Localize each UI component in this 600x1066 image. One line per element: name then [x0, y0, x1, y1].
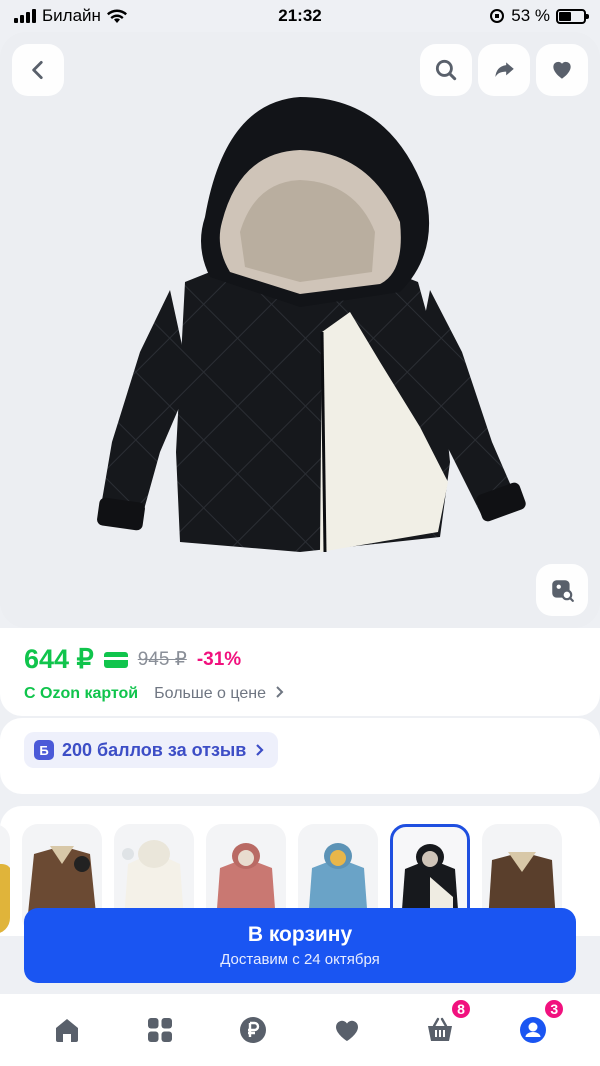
- share-arrow-icon: [495, 62, 514, 78]
- chevron-left-icon: [32, 61, 43, 79]
- bottom-navigation: 8 3: [0, 994, 600, 1066]
- profile-notification-badge: 3: [543, 998, 566, 1020]
- jacket-thumbnail-icon: [0, 864, 10, 934]
- jacket-image: [97, 97, 526, 553]
- favorites-icon: [335, 1020, 358, 1041]
- search-icon: [435, 59, 457, 81]
- delivery-date-label: Доставим с 24 октября: [220, 951, 380, 968]
- review-bonus-pill[interactable]: Б 200 баллов за отзыв: [24, 732, 279, 768]
- home-icon: [55, 1019, 78, 1042]
- nav-profile[interactable]: 3: [511, 998, 566, 1052]
- heart-icon: [553, 61, 571, 79]
- current-price: 644 ₽: [24, 644, 94, 674]
- share-button[interactable]: [478, 44, 530, 96]
- catalog-icon: [147, 1018, 172, 1042]
- chevron-right-icon: [256, 744, 264, 756]
- review-bonus-label: 200 баллов за отзыв: [62, 739, 247, 760]
- product-page: Билайн 21:32 53 % 644 ₽ 945 ₽ -31% С Ozo…: [0, 0, 600, 1066]
- variant-thumb-yellow[interactable]: [0, 824, 10, 934]
- more-about-price-label: Больше о цене: [154, 685, 266, 702]
- bonus-section: Б 200 баллов за отзыв: [0, 718, 600, 794]
- product-gallery[interactable]: [0, 32, 600, 628]
- old-price: 945 ₽: [137, 649, 187, 670]
- price-row: 644 ₽ 945 ₽ -31%: [24, 644, 576, 675]
- back-button[interactable]: [12, 44, 64, 96]
- search-button[interactable]: [420, 44, 472, 96]
- image-search-icon: [552, 580, 574, 602]
- nav-home[interactable]: [45, 1008, 89, 1052]
- nav-cart[interactable]: 8: [418, 998, 472, 1052]
- nav-favorites[interactable]: [325, 1008, 369, 1052]
- price-section: 644 ₽ 945 ₽ -31% С Ozon картой Больше о …: [0, 628, 600, 716]
- chevron-right-icon: [276, 686, 284, 698]
- cart-count-badge: 8: [449, 998, 472, 1020]
- points-badge-icon: Б: [34, 740, 54, 760]
- ruble-icon: [240, 1017, 267, 1043]
- visual-search-button[interactable]: [536, 564, 588, 616]
- add-to-cart-button[interactable]: В корзину Доставим с 24 октября: [24, 908, 576, 983]
- profile-icon: [520, 1017, 547, 1043]
- price-subrow: С Ozon картой Больше о цене: [24, 685, 576, 703]
- nav-catalog[interactable]: [138, 1008, 182, 1052]
- cart-icon: [427, 1017, 452, 1041]
- discount-badge: -31%: [196, 648, 242, 670]
- status-bar: Билайн 21:32 53 %: [0, 0, 600, 32]
- add-to-cart-label: В корзину: [247, 923, 353, 946]
- nav-finance[interactable]: [231, 1008, 275, 1052]
- favorite-button[interactable]: [536, 44, 588, 96]
- clock: 21:32: [278, 6, 322, 25]
- more-about-price-link[interactable]: Больше о цене: [154, 685, 284, 703]
- ozon-card-icon: [103, 651, 128, 668]
- ozon-card-label: С Ozon картой: [24, 685, 139, 702]
- battery-icon: [556, 8, 589, 24]
